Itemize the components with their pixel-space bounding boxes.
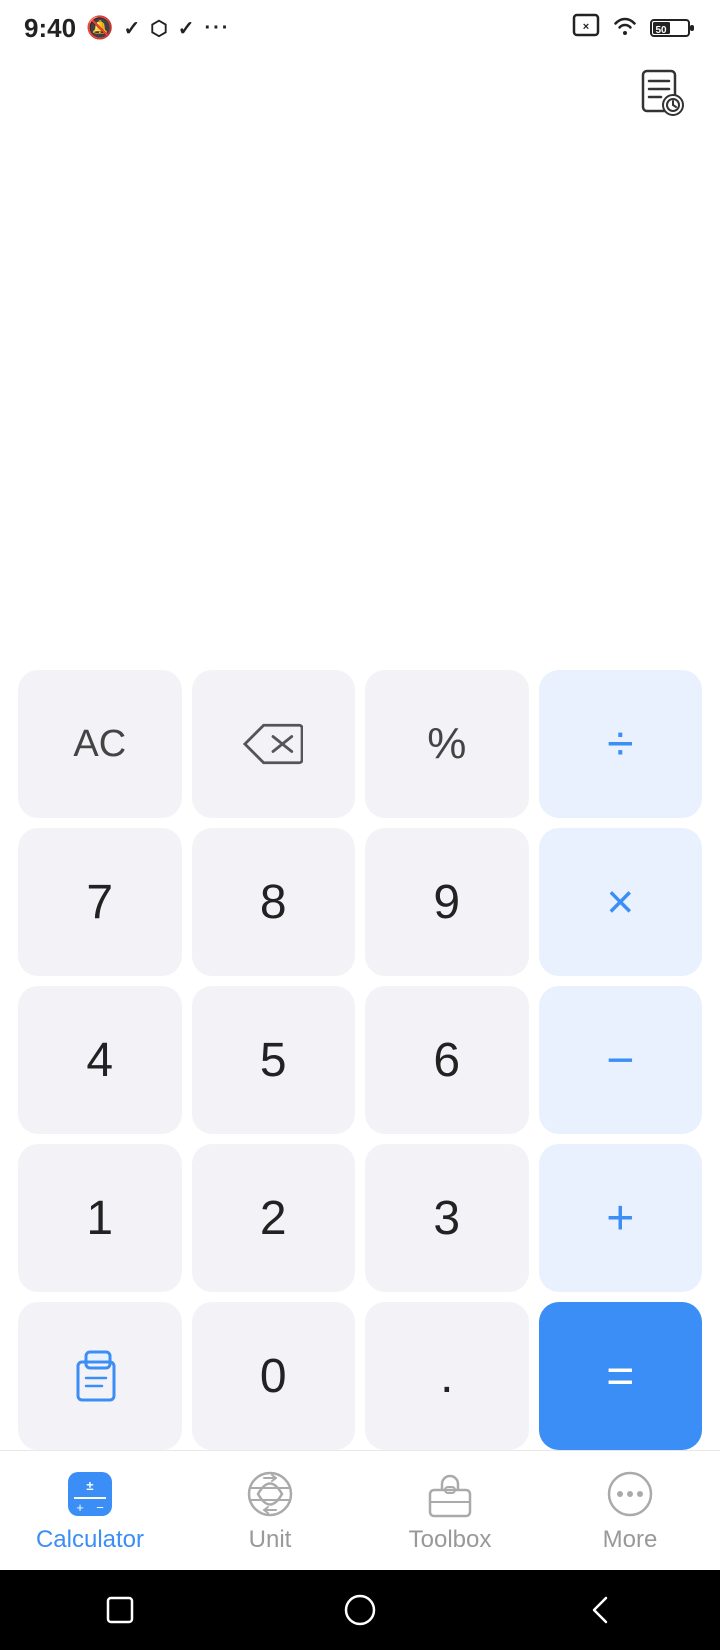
- unit-nav-icon: [244, 1468, 296, 1520]
- bottom-nav: ± + − Calculator Unit: [0, 1450, 720, 1570]
- percent-button[interactable]: %: [365, 670, 529, 818]
- time-display: 9:40: [24, 13, 76, 44]
- ac-button[interactable]: AC: [18, 670, 182, 818]
- check-icon: ✓: [123, 16, 140, 41]
- battery-icon: 50: [650, 16, 696, 40]
- nav-calculator-label: Calculator: [36, 1526, 144, 1554]
- backspace-button[interactable]: [192, 670, 356, 818]
- nav-calculator[interactable]: ± + − Calculator: [0, 1451, 180, 1570]
- calculator-nav-icon: ± + −: [64, 1468, 116, 1520]
- nav-more[interactable]: More: [540, 1451, 720, 1570]
- sim-icon: ×: [572, 13, 600, 43]
- minus-button[interactable]: −: [539, 986, 703, 1134]
- status-bar: 9:40 🔕 ✓ ⬡ ✓ ··· × 50: [0, 0, 720, 56]
- paste-button[interactable]: [18, 1302, 182, 1450]
- calculator-display: [0, 140, 720, 720]
- vibrate-icon: 🔕: [86, 15, 113, 41]
- history-icon-button[interactable]: [628, 60, 696, 128]
- nav-unit[interactable]: Unit: [180, 1451, 360, 1570]
- more-icon: ···: [204, 17, 230, 40]
- nine-button[interactable]: 9: [365, 828, 529, 976]
- four-button[interactable]: 4: [18, 986, 182, 1134]
- multiply-button[interactable]: ×: [539, 828, 703, 976]
- home-button[interactable]: [338, 1588, 382, 1632]
- two-button[interactable]: 2: [192, 1144, 356, 1292]
- cloud-icon: ⬡: [150, 16, 167, 41]
- zero-button[interactable]: 0: [192, 1302, 356, 1450]
- system-nav-bar: [0, 1570, 720, 1650]
- seven-button[interactable]: 7: [18, 828, 182, 976]
- nav-toolbox-label: Toolbox: [409, 1526, 492, 1554]
- svg-text:+: +: [76, 1500, 84, 1515]
- svg-text:−: −: [96, 1500, 104, 1515]
- svg-text:±: ±: [86, 1478, 93, 1493]
- status-time: 9:40 🔕 ✓ ⬡ ✓ ···: [24, 13, 230, 44]
- back-button[interactable]: [578, 1588, 622, 1632]
- dot-button[interactable]: .: [365, 1302, 529, 1450]
- nav-unit-label: Unit: [249, 1526, 292, 1554]
- eight-button[interactable]: 8: [192, 828, 356, 976]
- keypad: AC % ÷ 7 8 9 × 4 5 6 − 1 2 3 +: [0, 670, 720, 1450]
- one-button[interactable]: 1: [18, 1144, 182, 1292]
- divide-button[interactable]: ÷: [539, 670, 703, 818]
- plus-button[interactable]: +: [539, 1144, 703, 1292]
- six-button[interactable]: 6: [365, 986, 529, 1134]
- five-button[interactable]: 5: [192, 986, 356, 1134]
- nav-toolbox[interactable]: Toolbox: [360, 1451, 540, 1570]
- status-right-icons: × 50: [572, 13, 696, 43]
- svg-text:×: ×: [583, 21, 589, 33]
- more-nav-icon: [604, 1468, 656, 1520]
- equals-button[interactable]: =: [539, 1302, 703, 1450]
- three-button[interactable]: 3: [365, 1144, 529, 1292]
- svg-text:50: 50: [655, 25, 667, 36]
- wifi-icon: [610, 13, 640, 43]
- keypad-grid: AC % ÷ 7 8 9 × 4 5 6 − 1 2 3 +: [18, 670, 702, 1450]
- check2-icon: ✓: [178, 16, 195, 41]
- toolbox-nav-icon: [424, 1468, 476, 1520]
- recent-apps-button[interactable]: [98, 1588, 142, 1632]
- nav-more-label: More: [603, 1526, 658, 1554]
